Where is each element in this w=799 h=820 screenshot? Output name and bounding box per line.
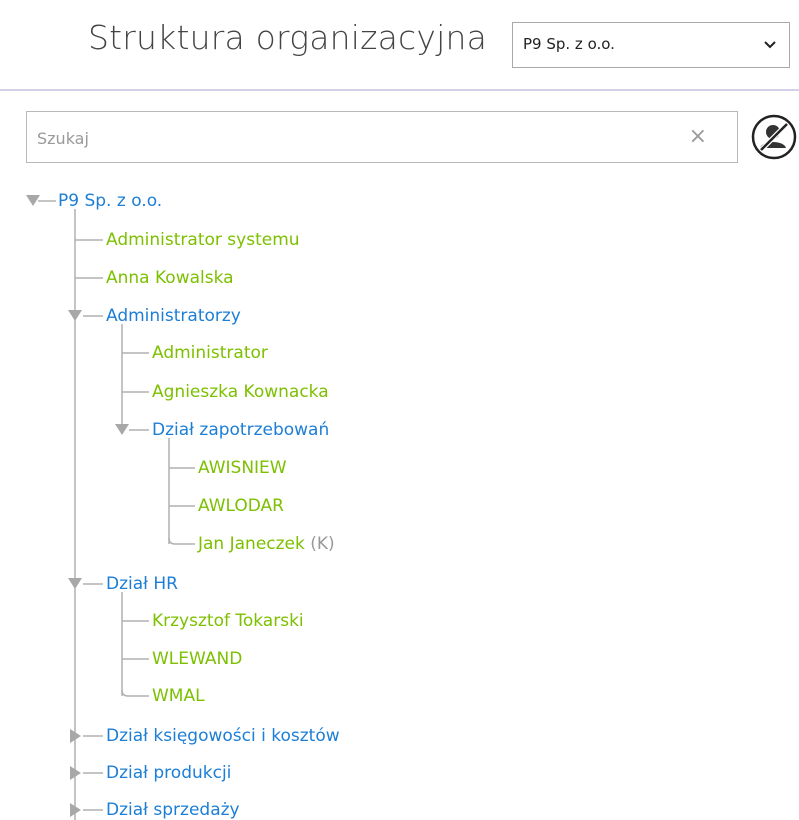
org-tree: P9 Sp. z o.o. Administrator systemu Anna… — [0, 0, 799, 820]
tree-lines — [38, 200, 195, 820]
expand-toggle-icon[interactable] — [70, 803, 82, 817]
tree-node-user-label: Jan Janeczek — [198, 534, 305, 554]
org-structure-window: Struktura organizacyjna P9 Sp. z o.o. × — [0, 0, 799, 820]
expand-toggle-icon[interactable] — [70, 766, 82, 780]
tree-node-org[interactable]: Dział produkcji — [106, 762, 231, 784]
tree-node-user[interactable]: AWISNIEW — [198, 457, 287, 479]
tree-node-user[interactable]: Krzysztof Tokarski — [152, 610, 304, 632]
tree-node-org[interactable]: P9 Sp. z o.o. — [58, 190, 162, 212]
tree-node-user[interactable]: WMAL — [152, 685, 205, 707]
tree-node-user[interactable]: AWLODAR — [198, 495, 284, 517]
tree-node-org[interactable]: Administratorzy — [106, 305, 241, 327]
tree-node-org[interactable]: Dział sprzedaży — [106, 799, 240, 820]
tree-node-org[interactable]: Dział księgowości i kosztów — [106, 725, 340, 747]
tree-node-org[interactable]: Dział HR — [106, 573, 178, 595]
tree-node-user[interactable]: Administrator systemu — [106, 229, 300, 251]
collapse-toggle-icon[interactable] — [68, 310, 82, 322]
expand-toggle-icon[interactable] — [70, 729, 82, 743]
role-suffix: (K) — [310, 534, 335, 554]
collapse-toggle-icon[interactable] — [26, 195, 40, 207]
collapse-toggle-icon[interactable] — [115, 424, 129, 436]
tree-node-user[interactable]: Anna Kowalska — [106, 267, 234, 289]
tree-node-user[interactable]: WLEWAND — [152, 648, 242, 670]
tree-node-user[interactable]: Jan Janeczek (K) — [198, 533, 335, 555]
collapse-toggle-icon[interactable] — [68, 578, 82, 590]
tree-node-user[interactable]: Agnieszka Kownacka — [152, 381, 329, 403]
tree-node-user[interactable]: Administrator — [152, 342, 268, 364]
tree-node-org[interactable]: Dział zapotrzebowań — [152, 419, 329, 441]
